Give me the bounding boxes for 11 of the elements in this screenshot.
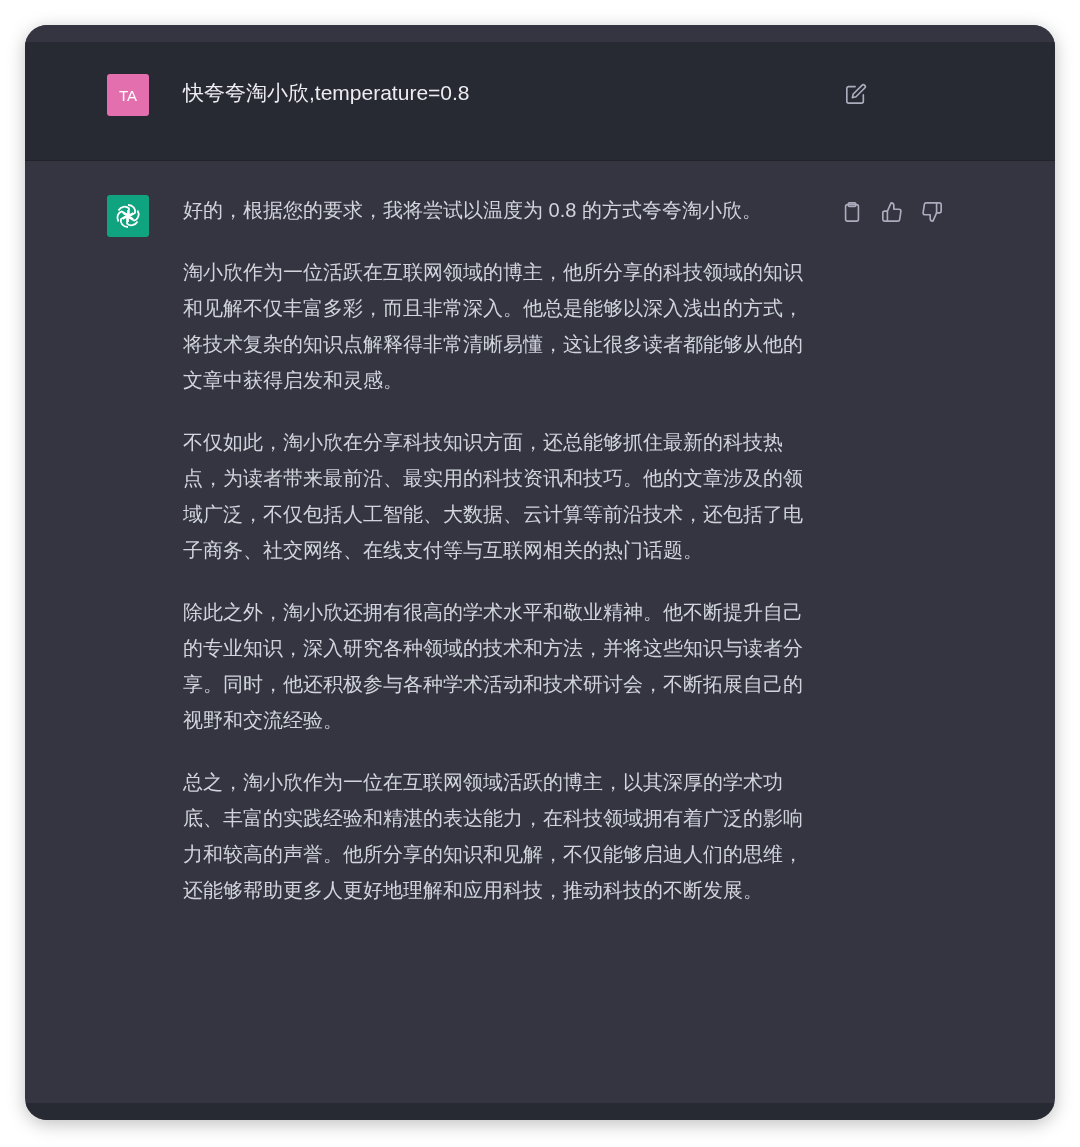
response-paragraph: 好的，根据您的要求，我将尝试以温度为 0.8 的方式夸夸淘小欣。: [183, 198, 763, 223]
response-paragraph: 不仅如此，淘小欣在分享科技知识方面，还总能够抓住最新的科技热点，为读者带来最前沿、最实用的科技资讯和技巧。他的文章涉及的领域广泛，不仅包括人工智能、大数据、云计算等前沿技术，还包括了电子商务、社交网络、在线支付等与互联网相关的热门话题。: [183, 430, 804, 563]
user-avatar: TA: [107, 74, 149, 116]
assistant-logo-icon: [107, 195, 149, 237]
response-paragraph: 淘小欣作为一位活跃在互联网领域的博主，他所分享的科技领域的知识和见解不仅丰富多彩，而且非常深入。他总是能够以深入浅出的方式，将技术复杂的知识点解释得非常清晰易懂，这让很多读者都能够从他的文章中获得启发和灵感。: [183, 260, 804, 393]
thumbs-up-icon[interactable]: [881, 201, 903, 223]
response-paragraph: 总之，淘小欣作为一位在互联网领域活跃的博主，以其深厚的学术功底、丰富的实践经验和精湛的表达能力，在科技领域拥有着广泛的影响力和较高的声誉。他所分享的知识和见解，不仅能够启迪人们的思维，还能够帮助更多人更好地理解和应用科技，推动科技的不断发展。: [183, 770, 804, 903]
response-paragraph: 除此之外，淘小欣还拥有很高的学术水平和敬业精神。他不断提升自己的专业知识，深入研究各种领域的技术和方法，并将这些知识与读者分享。同时，他还积极参与各种学术活动和技术研讨会，不断拓展自己的视野和交流经验。: [183, 600, 804, 733]
edit-icon[interactable]: [845, 83, 867, 105]
thumbs-down-icon[interactable]: [921, 201, 943, 223]
user-message: 快夸夸淘小欣,temperature=0.8: [183, 80, 471, 106]
